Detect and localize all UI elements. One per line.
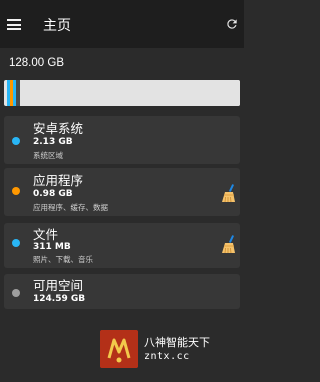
usage-segment-free bbox=[20, 80, 240, 106]
watermark: 八神智能天下 zntx.cc bbox=[100, 330, 240, 368]
category-description: 应用程序、缓存、数据 bbox=[33, 203, 108, 212]
category-title: 应用程序 bbox=[33, 173, 84, 188]
system-color-dot bbox=[12, 137, 20, 145]
files-color-dot bbox=[12, 239, 20, 247]
category-card-free[interactable]: 可用空间 124.59 GB bbox=[4, 274, 240, 309]
category-title: 安卓系统 bbox=[33, 121, 84, 136]
category-size: 0.98 GB bbox=[33, 189, 73, 199]
app-toolbar: 主页 bbox=[0, 0, 244, 48]
watermark-logo-icon bbox=[100, 330, 138, 368]
watermark-url: zntx.cc bbox=[144, 351, 190, 362]
category-title: 文件 bbox=[33, 227, 59, 242]
hamburger-menu-icon[interactable] bbox=[7, 19, 21, 30]
category-card-system[interactable]: 安卓系统 2.13 GB 系统区域 bbox=[4, 116, 240, 164]
category-size: 311 MB bbox=[33, 242, 71, 252]
category-card-apps[interactable]: 应用程序 0.98 GB 应用程序、缓存、数据 bbox=[4, 168, 240, 216]
category-description: 系统区域 bbox=[33, 151, 63, 160]
free-space-color-dot bbox=[12, 289, 20, 297]
category-size: 2.13 GB bbox=[33, 137, 73, 147]
refresh-icon[interactable] bbox=[225, 17, 239, 31]
broom-clean-icon[interactable] bbox=[220, 235, 238, 255]
storage-usage-bar bbox=[4, 80, 240, 106]
page-title: 主页 bbox=[43, 18, 71, 34]
category-card-files[interactable]: 文件 311 MB 照片、下载、音乐 bbox=[4, 223, 240, 268]
watermark-title: 八神智能天下 bbox=[144, 336, 210, 349]
broom-clean-icon[interactable] bbox=[220, 184, 238, 204]
category-title: 可用空间 bbox=[33, 278, 84, 293]
category-description: 照片、下载、音乐 bbox=[33, 255, 93, 264]
apps-color-dot bbox=[12, 187, 20, 195]
category-size: 124.59 GB bbox=[33, 294, 86, 304]
storage-total-capacity: 128.00 GB bbox=[9, 57, 64, 69]
